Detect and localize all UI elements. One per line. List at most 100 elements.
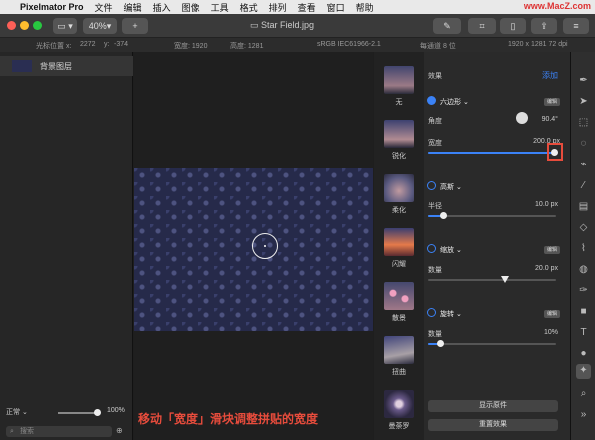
crop-button[interactable]: ⌗ [468,18,496,34]
menu-bar: Pixelmator Pro 文件 编辑 插入 图像 工具 格式 排列 查看 窗… [0,0,595,14]
toolbar: ▭ ▾ 40% ▾ + ▭ Star Field.jpg ✎ ⌗ ▯ ⇪ ≡ [0,14,595,38]
spin-edit-button[interactable]: 编辑 [544,310,560,318]
effects-tool-icon[interactable]: ✦ [576,364,591,379]
menu-image[interactable]: 图像 [182,1,200,14]
show-original-button[interactable]: 显示原件 [428,400,558,412]
menu-edit[interactable]: 编辑 [124,1,142,14]
radius-slider-track[interactable] [428,215,556,217]
zoom-dropdown[interactable]: 40% ▾ [83,18,117,34]
highlight-box [547,143,563,161]
zoom-amount-value[interactable]: 20.0 px [535,265,558,272]
brush-tool-button[interactable]: ✎ [433,18,461,34]
layer-row[interactable]: 背景图层 [0,56,133,76]
add-button[interactable]: + [122,18,148,34]
reset-effects-button[interactable]: 重置效果 [428,419,558,431]
preset-label: 锐化 [392,153,406,160]
eraser-icon[interactable]: ◇ [577,221,590,234]
search-icon: ⌕ [10,428,14,435]
canvas-area [134,52,373,440]
search-placeholder: 搜索 [20,428,34,435]
preset-bokeh[interactable]: 散景 [384,282,414,323]
doc-height: 高度: 1281 [230,43,264,50]
menu-view[interactable]: 查看 [298,1,316,14]
share-icon[interactable]: ⇪ [531,18,557,34]
zoom-amount-slider-knob[interactable] [501,276,509,283]
close-window-button[interactable] [7,21,16,30]
hexagon-edit-button[interactable]: 编辑 [544,98,560,106]
doc-size: 1920 x 1281 72 dpi [508,41,568,48]
width-label: 宽度 [428,140,442,147]
radius-value[interactable]: 10.0 px [535,201,558,208]
select-tool-icon[interactable]: ⬚ [577,116,590,129]
preset-label: 散景 [392,315,406,322]
text-tool-icon[interactable]: T [577,326,590,339]
opacity-slider[interactable] [58,412,98,414]
zoom-name: 缩放 [440,247,454,254]
color-picker-icon[interactable]: ⌁ [577,158,590,171]
spin-amount-slider-knob[interactable] [437,340,444,347]
radius-slider-knob[interactable] [440,212,447,219]
spin-amount-slider-track[interactable] [428,343,556,345]
layer-search[interactable]: ⌕ 搜索 [6,426,112,437]
menu-window[interactable]: 窗口 [327,1,345,14]
color-adjust-icon[interactable]: ◍ [577,263,590,276]
menu-file[interactable]: 文件 [95,1,113,14]
highpass-title[interactable]: 高斯 ⌄ [440,182,462,192]
angle-dial[interactable] [516,112,528,124]
highpass-enable-checkbox[interactable] [427,181,436,190]
blend-mode-select[interactable]: 正常 ⌄ [6,407,28,417]
zoom-amount-slider-track[interactable] [428,279,556,281]
brush-icon[interactable]: ⁄ [577,179,590,192]
tools-strip: ✒ ➤ ⬚ ◌ ⌁ ⁄ ▤ ◇ ⌇ ◍ ✑ ■ T ● ✦ ⌕ » [570,52,595,440]
spin-title[interactable]: 旋转 ⌄ [440,309,462,319]
radius-label: 半径 [428,203,442,210]
opacity-knob[interactable] [94,409,101,416]
preset-distort[interactable]: 扭曲 [384,336,414,377]
paint-tool-icon[interactable]: ✒ [577,74,590,87]
zoom-window-button[interactable] [33,21,42,30]
menu-help[interactable]: 帮助 [356,1,374,14]
preset-sharpen[interactable]: 锐化 [384,120,414,161]
zoom-title[interactable]: 缩放 ⌄ [440,245,462,255]
angle-value[interactable]: 90.4° [542,116,558,123]
preset-thumbnail [384,174,414,202]
menu-insert[interactable]: 插入 [153,1,171,14]
zoom-tool-icon[interactable]: ⌕ [577,387,590,400]
expand-tools-icon[interactable]: » [577,408,590,421]
pen-tool-icon[interactable]: ✑ [577,284,590,297]
shape-tool-icon[interactable]: ■ [577,305,590,318]
blend-mode-value: 正常 [6,409,20,416]
document-button[interactable]: ▯ [500,18,526,34]
adjustments-icon[interactable]: ≡ [563,18,589,34]
color-swatch-icon[interactable]: ● [577,347,590,360]
menu-format[interactable]: 格式 [240,1,258,14]
gradient-icon[interactable]: ▤ [577,200,590,213]
layer-options-icon[interactable]: ⊕ [116,426,123,435]
spin-amount-label: 数量 [428,331,442,338]
document-title: Star Field.jpg [261,20,315,30]
hexagon-enable-checkbox[interactable] [427,96,436,105]
cursor-y: -374 [114,41,129,48]
arrange-tool-icon[interactable]: ➤ [577,95,590,108]
zoom-enable-checkbox[interactable] [427,244,436,253]
spin-enable-checkbox[interactable] [427,308,436,317]
preset-glow[interactable]: 闪耀 [384,228,414,269]
watermark: www.MacZ.com [523,1,591,11]
lasso-tool-icon[interactable]: ◌ [577,137,590,150]
zoom-value: 40% [88,21,107,31]
preset-mandala[interactable]: 曼荼罗 [384,390,414,431]
spin-amount-value[interactable]: 10% [544,329,558,336]
minimize-window-button[interactable] [20,21,29,30]
preset-soften[interactable]: 柔化 [384,174,414,215]
menu-app[interactable]: Pixelmator Pro [20,2,84,12]
angle-label: 角度 [428,118,442,125]
zoom-edit-button[interactable]: 编辑 [544,246,560,254]
view-mode-button[interactable]: ▭ ▾ [53,18,77,34]
preset-none[interactable]: 无 [384,66,414,107]
hexagon-title[interactable]: 六边形 ⌄ [440,97,469,107]
menu-arrange[interactable]: 排列 [269,1,287,14]
preset-label: 无 [395,99,403,106]
menu-tools[interactable]: 工具 [211,1,229,14]
retouch-icon[interactable]: ⌇ [577,242,590,255]
add-effect-button[interactable]: 添加 [542,70,558,81]
